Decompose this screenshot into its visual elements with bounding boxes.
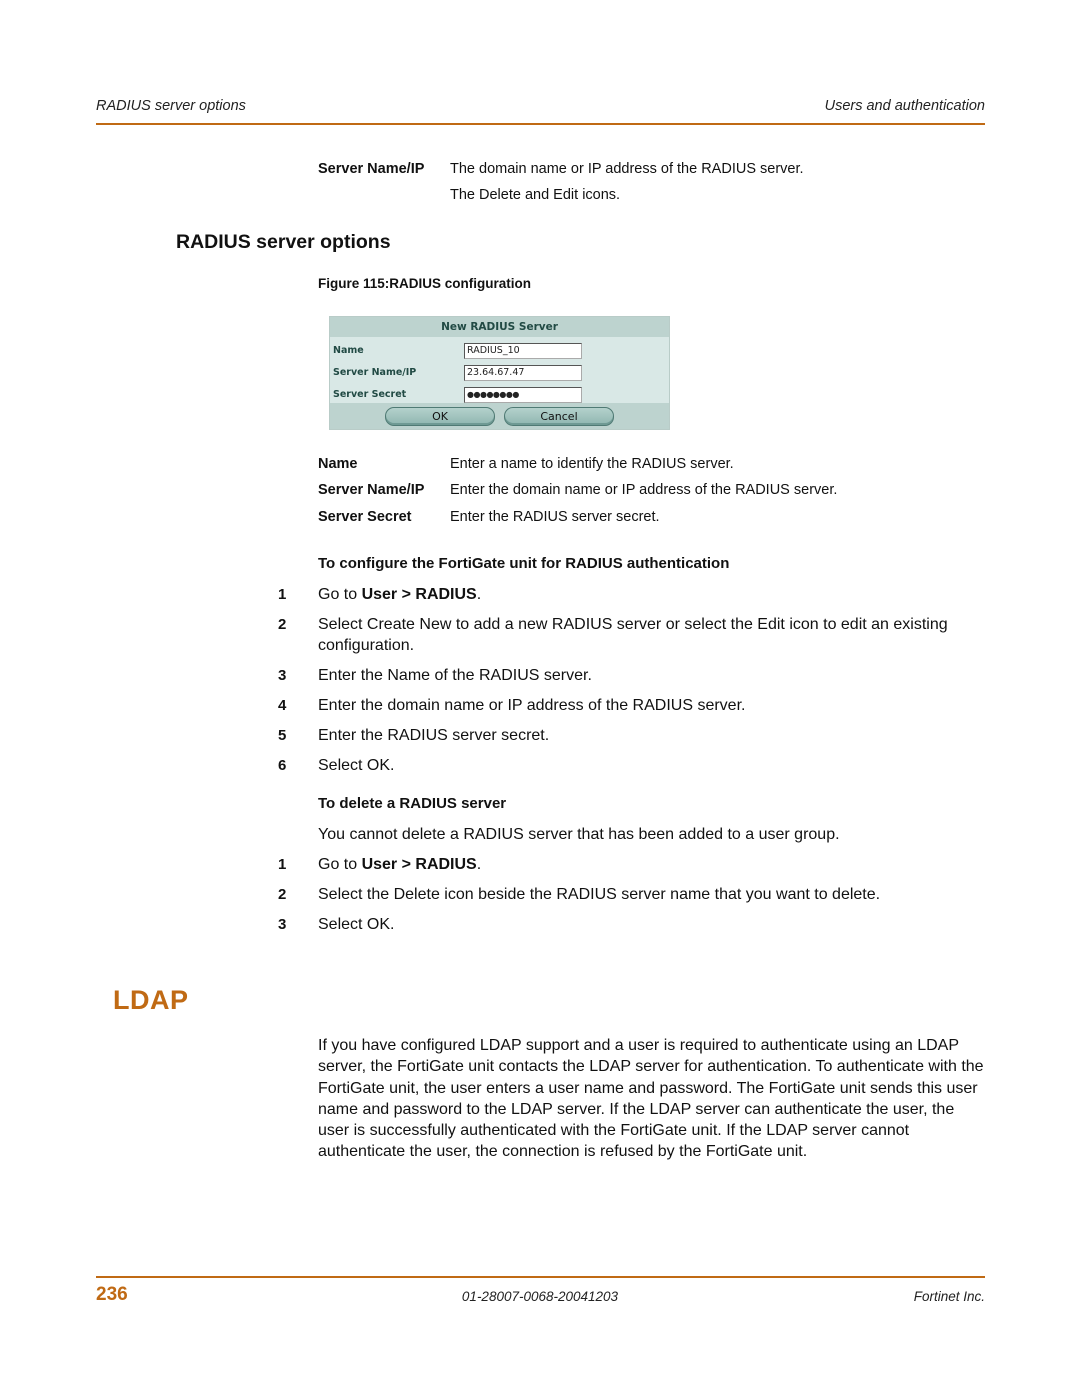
note-text: You cannot delete a RADIUS server that h…	[318, 826, 840, 843]
running-header-left: RADIUS server options	[96, 98, 246, 114]
definition-desc: Enter the domain name or IP address of t…	[450, 482, 838, 498]
step-text-post: .	[476, 856, 482, 873]
step-number: 2	[278, 886, 287, 903]
step-text: Select Create New to add a new RADIUS se…	[318, 616, 948, 654]
dialog-footer: OK Cancel	[330, 403, 669, 429]
step-text: Select the Delete icon beside the RADIUS…	[318, 886, 881, 903]
definition-term: Server Name/IP	[318, 482, 425, 498]
step-number: 2	[278, 616, 287, 633]
delete-procedure-title: To delete a RADIUS server	[318, 795, 507, 812]
company-name: Fortinet Inc.	[913, 1289, 985, 1304]
step-text-post: .	[476, 586, 482, 603]
server-secret-label: Server Secret	[333, 389, 407, 400]
footer-rule	[96, 1276, 985, 1278]
step-text-pre: Go to	[318, 856, 362, 873]
step-text: Select OK.	[318, 916, 395, 933]
cancel-button[interactable]: Cancel	[504, 407, 614, 426]
step-text: Enter the domain name or IP address of t…	[318, 697, 746, 714]
definition-term: Server Name/IP	[318, 161, 425, 177]
name-input[interactable]: RADIUS_10	[464, 343, 582, 359]
server-secret-input[interactable]: ●●●●●●●●	[464, 387, 582, 403]
step-number: 3	[278, 916, 287, 933]
step-number: 6	[278, 757, 287, 774]
definition-desc: The Delete and Edit icons.	[450, 187, 621, 203]
definition-desc: The domain name or IP address of the RAD…	[450, 161, 804, 177]
step-number: 4	[278, 697, 287, 714]
dialog-title: New RADIUS Server	[330, 317, 669, 337]
ldap-heading: LDAP	[113, 985, 189, 1015]
server-name-ip-label: Server Name/IP	[333, 367, 417, 378]
step-number: 3	[278, 667, 287, 684]
section-title: RADIUS server options	[176, 231, 391, 253]
header-rule	[96, 123, 985, 125]
definition-desc: Enter the RADIUS server secret.	[450, 509, 660, 525]
configure-procedure-title: To configure the FortiGate unit for RADI…	[318, 555, 730, 572]
figure-caption: Figure 115:RADIUS configuration	[318, 276, 532, 291]
definition-term: Server Secret	[318, 509, 412, 525]
ldap-paragraph: If you have configured LDAP support and …	[318, 1037, 984, 1161]
step-number: 1	[278, 586, 287, 603]
step-number: 1	[278, 856, 287, 873]
ok-button[interactable]: OK	[385, 407, 495, 426]
menu-path: User > RADIUS	[361, 856, 477, 873]
server-name-ip-input[interactable]: 23.64.67.47	[464, 365, 582, 381]
step-text: Enter the Name of the RADIUS server.	[318, 667, 592, 684]
step-text: Select OK.	[318, 757, 395, 774]
step-text: Go to User > RADIUS.	[318, 584, 958, 605]
step-number: 5	[278, 727, 287, 744]
running-header-right: Users and authentication	[824, 98, 985, 114]
name-label: Name	[333, 345, 364, 356]
step-text: Go to User > RADIUS.	[318, 854, 958, 875]
step-text-pre: Go to	[318, 586, 362, 603]
definition-term: Name	[318, 456, 358, 472]
menu-path: User > RADIUS	[361, 586, 477, 603]
new-radius-server-dialog: New RADIUS Server Name RADIUS_10 Server …	[329, 316, 670, 430]
definition-desc: Enter a name to identify the RADIUS serv…	[450, 456, 734, 472]
step-text: Enter the RADIUS server secret.	[318, 727, 550, 744]
